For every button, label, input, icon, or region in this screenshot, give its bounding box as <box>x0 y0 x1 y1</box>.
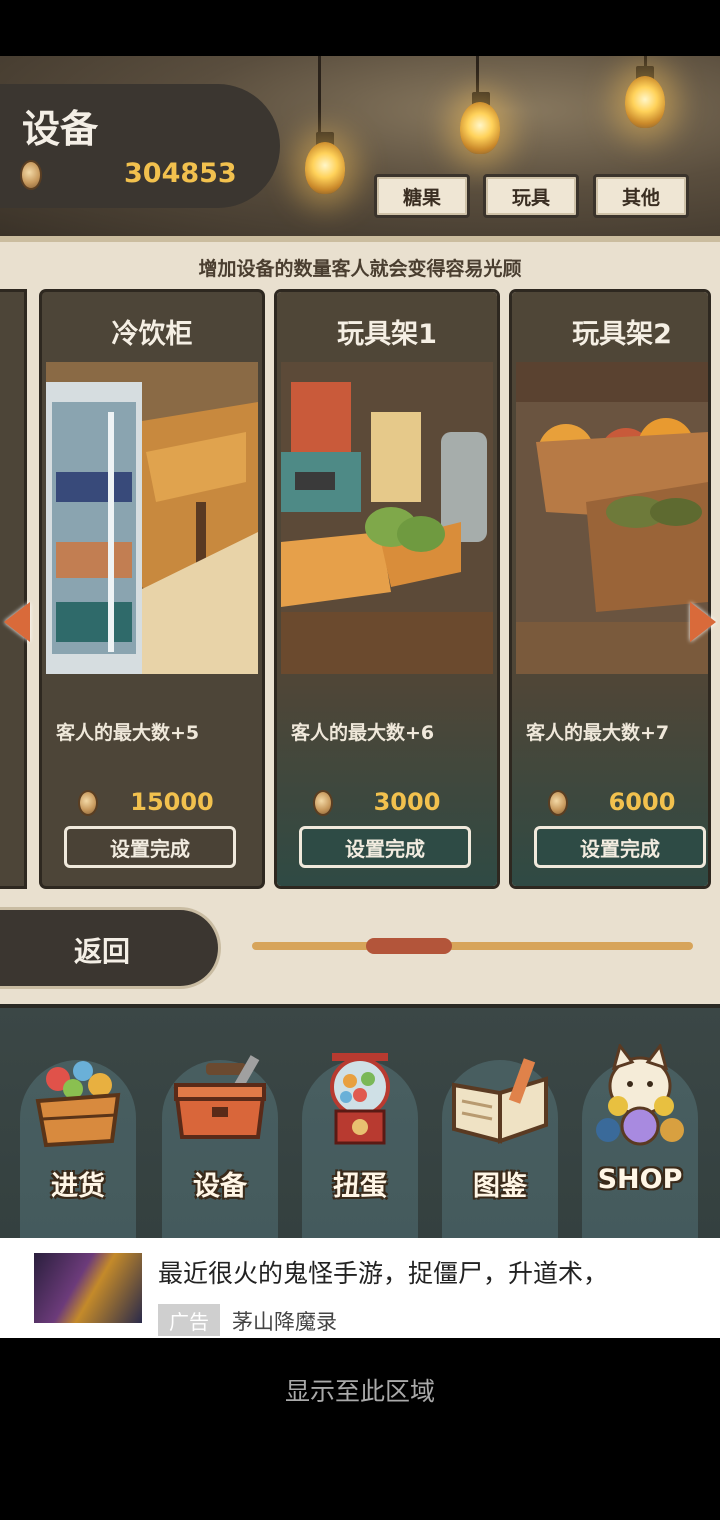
nav-encyclopedia[interactable]: 图鉴 <box>436 1040 564 1238</box>
nav-label: 进货 <box>51 1171 105 1202</box>
lucky-cat-icon <box>590 1044 690 1152</box>
card-description: 客人的最大数+5 <box>56 722 200 744</box>
nav-gacha[interactable]: 扭蛋 <box>296 1040 424 1238</box>
card-title: 玩具架1 <box>337 319 437 350</box>
toy-shelf-image <box>281 362 493 674</box>
nav-label: 图鉴 <box>473 1171 527 1202</box>
display-area-text: 显示至此区域 <box>284 1377 435 1406</box>
card-title: 冷饮柜 <box>111 319 193 350</box>
money-value: 304853 <box>124 158 237 189</box>
tab-candy[interactable]: 糖果 <box>374 174 470 218</box>
nav-label: SHOP <box>597 1164 683 1195</box>
card-description: 客人的最大数+7 <box>526 722 670 744</box>
nav-label: 设备 <box>193 1171 247 1202</box>
installed-button[interactable]: 设置完成 <box>64 826 236 868</box>
nav-shop[interactable]: SHOP <box>576 1040 704 1238</box>
card-price: 15000 <box>130 788 214 816</box>
goods-basket-icon <box>28 1046 128 1152</box>
ad-thumbnail[interactable] <box>34 1253 142 1323</box>
coin-icon <box>78 790 98 816</box>
installed-button[interactable]: 设置完成 <box>534 826 706 868</box>
hint-text: 增加设备的数量客人就会变得容易光顾 <box>198 258 522 280</box>
toy-shelf-balls-image <box>516 362 708 674</box>
gacha-machine-icon <box>310 1046 410 1152</box>
card-price: 6000 <box>608 788 676 816</box>
bulb-wire <box>318 56 321 136</box>
tab-toys[interactable]: 玩具 <box>483 174 579 218</box>
ad-source: 茅山降魔录 <box>232 1310 337 1334</box>
equipment-card[interactable]: 玩具架1 客人的最大数+6 3000 设置完成 <box>277 292 497 886</box>
equipment-card[interactable]: 冷饮柜 客人的最大数+5 15000 设置完成 <box>42 292 262 886</box>
bulb-wire <box>476 56 479 96</box>
light-bulb-icon <box>625 76 665 128</box>
page-title: 设备 <box>22 107 99 151</box>
coin-icon <box>20 160 42 190</box>
cold-drink-cabinet-image <box>46 362 258 674</box>
arrow-right-icon[interactable] <box>690 602 716 642</box>
light-bulb-icon <box>460 102 500 154</box>
light-bulb-icon <box>305 142 345 194</box>
card-partial-left <box>0 292 24 886</box>
coin-icon <box>548 790 568 816</box>
toolbox-icon <box>170 1046 270 1152</box>
ad-tag: 广告 <box>158 1304 220 1336</box>
book-icon <box>450 1046 550 1152</box>
card-description: 客人的最大数+6 <box>291 722 435 744</box>
scroll-thumb[interactable] <box>366 938 452 954</box>
equipment-card[interactable]: 玩具架2 客人的最大数+7 6000 设置完成 <box>512 292 708 886</box>
card-price: 3000 <box>373 788 441 816</box>
nav-goods[interactable]: 进货 <box>14 1040 142 1238</box>
arrow-left-icon[interactable] <box>4 602 30 642</box>
back-label: 返回 <box>74 935 131 968</box>
coin-icon <box>313 790 333 816</box>
tab-other[interactable]: 其他 <box>593 174 689 218</box>
nav-equipment[interactable]: 设备 <box>156 1040 284 1238</box>
installed-button[interactable]: 设置完成 <box>299 826 471 868</box>
nav-label: 扭蛋 <box>333 1171 387 1202</box>
ad-text[interactable]: 最近很火的鬼怪手游，捉僵尸，升道术， <box>158 1254 678 1294</box>
card-title: 玩具架2 <box>572 319 672 350</box>
scroll-track[interactable] <box>252 942 693 950</box>
